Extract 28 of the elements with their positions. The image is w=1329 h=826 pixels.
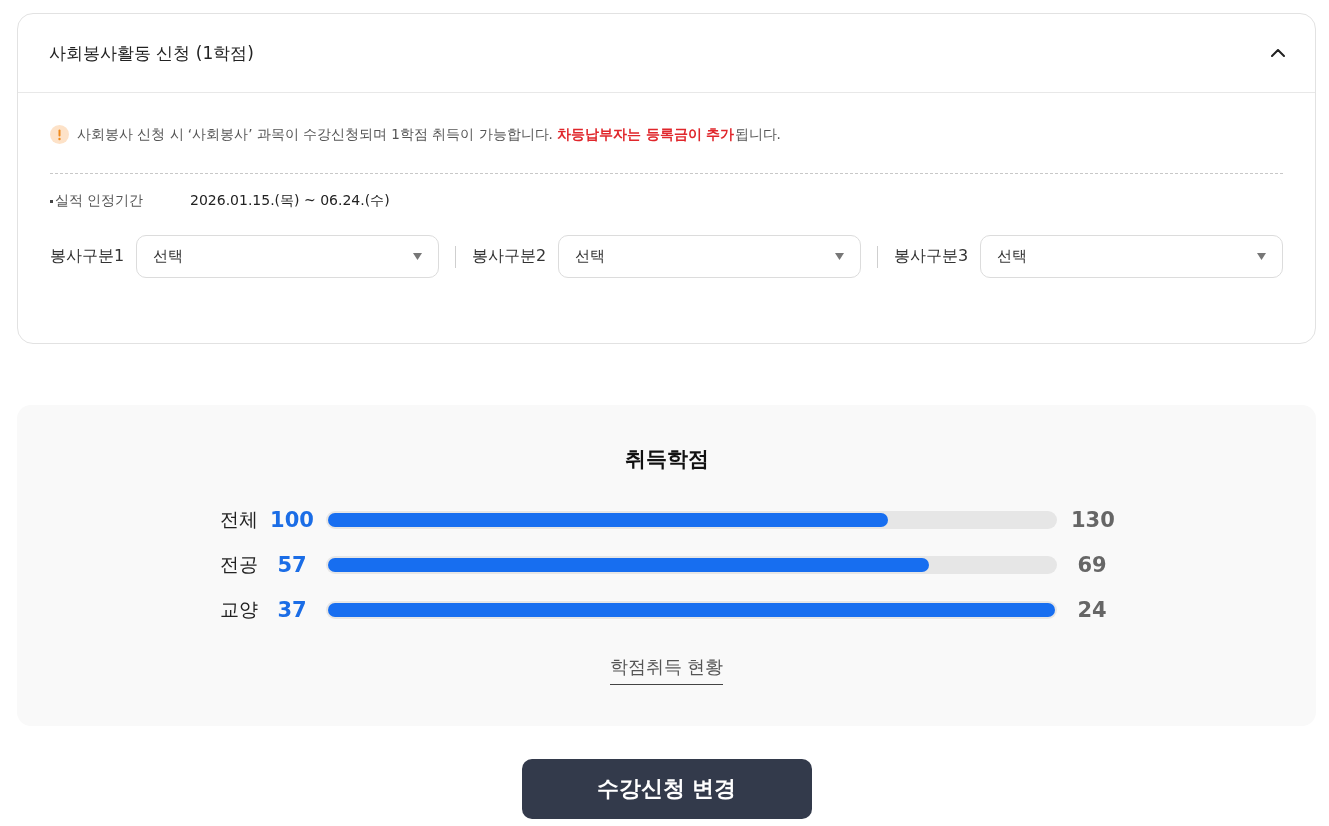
dropdown-field[interactable]: 선택: [980, 235, 1283, 278]
select-label: 봉사구분3: [894, 246, 969, 267]
warning-icon: [50, 125, 69, 144]
required-credits: 130: [1071, 508, 1113, 532]
period-value: 2026.01.15.(목) ~ 06.24.(수): [190, 192, 390, 210]
credit-category: 교양: [220, 597, 258, 622]
change-registration-button[interactable]: 수강신청 변경: [521, 759, 812, 819]
caret-icon: [835, 253, 844, 260]
dropdown-field[interactable]: 선택: [136, 235, 439, 278]
credits-title: 취득학점: [624, 446, 709, 473]
select-label: 봉사구분2: [472, 246, 547, 267]
earned-credits: 100: [270, 508, 314, 532]
credit-status-link[interactable]: 학점취득 현황: [609, 655, 724, 685]
required-credits: 69: [1076, 553, 1108, 577]
panel-title: 사회봉사활동 신청 (1학점): [49, 41, 254, 65]
notice-text: 사회봉사 신청 시 ‘사회봉사’ 과목이 수강신청되며 1학점 취득이 가능합니다. 차등납부자는 등록금이 추가됩니다.: [77, 125, 781, 144]
caret-icon: [1257, 253, 1266, 260]
chevron-up-icon[interactable]: [1271, 49, 1285, 57]
dropdown-field[interactable]: 선택: [558, 235, 861, 278]
earned-credits: 57: [276, 553, 308, 577]
credit-category: 전체: [220, 507, 258, 532]
period-label: 실적 인정기간: [55, 192, 145, 210]
select-label: 봉사구분1: [50, 246, 125, 267]
earned-credits: 37: [276, 598, 308, 622]
caret-icon: [413, 253, 422, 260]
credit-category: 전공: [220, 552, 258, 577]
required-credits: 24: [1076, 598, 1108, 622]
bullet-icon: [50, 199, 53, 203]
